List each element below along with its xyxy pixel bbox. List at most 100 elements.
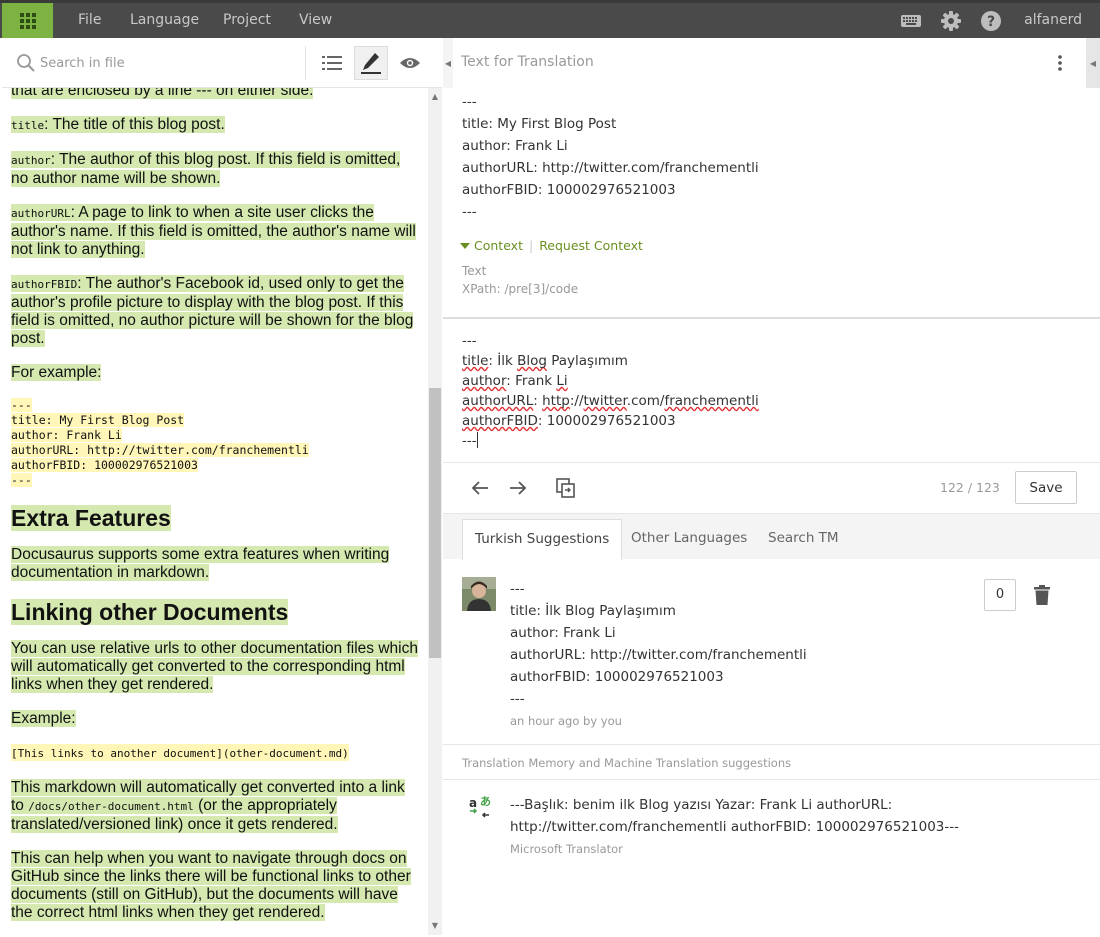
svg-text:a: a [469, 796, 477, 810]
top-bar: File Language Project View ? alfanerd [0, 0, 1100, 38]
tab-turkish-suggestions[interactable]: Turkish Suggestions [462, 519, 623, 560]
suggestion-meta: an hour ago by you [510, 714, 622, 728]
editor-divider [443, 317, 1100, 319]
doc-paragraph[interactable]: Docusaurus supports some extra features … [11, 546, 390, 581]
svg-text:?: ? [987, 14, 995, 30]
list-view-button[interactable] [318, 50, 346, 76]
tm-mt-header-text: Translation Memory and Machine Translati… [462, 756, 792, 770]
translation-editor[interactable]: --- title: İlk Blog Paylaşımım author: F… [462, 331, 759, 451]
save-button[interactable]: Save [1015, 471, 1077, 504]
doc-paragraph[interactable]: : The author of this blog post. If this … [11, 151, 400, 187]
tab-search-tm[interactable]: Search TM [756, 519, 851, 560]
copy-source-icon [556, 478, 575, 498]
context-type: Text [462, 264, 487, 278]
search-icon [17, 54, 35, 72]
trash-icon [1034, 585, 1050, 605]
context-separator: | [528, 238, 534, 253]
menu-view[interactable]: View [299, 3, 332, 38]
scroll-thumb[interactable] [429, 388, 441, 658]
more-options-button[interactable] [1050, 52, 1070, 74]
next-string-button[interactable] [505, 475, 531, 501]
doc-code-line[interactable]: [This links to another document](other-d… [11, 747, 349, 760]
source-line: --- [462, 94, 477, 110]
apps-grid-button[interactable] [2, 3, 53, 38]
doc-paragraph[interactable]: that are enclosed by a line --- on eithe… [11, 88, 314, 99]
eye-icon [400, 58, 420, 68]
document-scrollbar[interactable]: ▲ ▼ [428, 88, 442, 935]
doc-inline-code: authorFBID [11, 278, 78, 291]
doc-paragraph[interactable]: You can use relative urls to other docum… [11, 640, 418, 693]
suggestion-text: --- title: İlk Blog Paylaşımım author: F… [510, 581, 807, 707]
source-line: authorURL: http://twitter.com/franchemen… [462, 160, 759, 176]
translate-icon: a あ [469, 795, 491, 818]
doc-paragraph[interactable]: This can help when you want to navigate … [11, 850, 411, 921]
menu-language[interactable]: Language [130, 3, 199, 38]
previous-string-button[interactable] [467, 475, 493, 501]
toolbar-divider [305, 46, 306, 80]
string-counter: 122 / 123 [940, 480, 1000, 495]
source-string: --- title: My First Blog Post author: Fr… [462, 91, 759, 223]
menu-file[interactable]: File [78, 3, 101, 38]
doc-inline-code: /docs/other-document.html [28, 800, 194, 813]
scroll-up-arrow-icon[interactable]: ▲ [428, 92, 442, 102]
request-context-link[interactable]: Request Context [539, 238, 643, 253]
doc-heading-linking[interactable]: Linking other Documents [11, 599, 289, 625]
translation-pane: ◀ Text for Translation ◀ --- title: My F… [443, 38, 1100, 935]
apps-grid-icon [19, 12, 36, 29]
doc-heading-extra-features[interactable]: Extra Features [11, 505, 171, 531]
doc-paragraph[interactable]: For example: [11, 364, 102, 381]
source-line: --- [462, 204, 477, 220]
pencil-icon [361, 53, 381, 74]
context-links: Context | Request Context [460, 238, 643, 253]
keyboard-icon [901, 15, 921, 27]
translation-suggestion[interactable]: --- title: İlk Blog Paylaşımım author: F… [443, 559, 1100, 745]
doc-inline-code: authorURL [11, 207, 71, 220]
context-xpath: XPath: /pre[3]/code [462, 282, 579, 296]
copy-source-button[interactable] [553, 475, 579, 501]
collapse-left-arrow-icon[interactable]: ◀ [443, 38, 453, 88]
source-header: Text for Translation [461, 54, 594, 70]
svg-text:あ: あ [480, 795, 491, 808]
list-icon [322, 56, 342, 70]
mt-provider: Microsoft Translator [510, 842, 623, 856]
source-line: authorFBID: 100002976521003 [462, 182, 676, 198]
gear-icon [941, 11, 961, 31]
caret-down-icon [460, 242, 470, 249]
arrow-left-icon [471, 481, 488, 495]
preview-button[interactable] [396, 50, 424, 76]
tm-mt-header: Translation Memory and Machine Translati… [443, 746, 1100, 780]
arrow-right-icon [510, 481, 527, 495]
doc-code-block[interactable]: --- title: My First Blog Post author: Fr… [11, 398, 421, 488]
context-toggle-button[interactable]: Context [460, 238, 523, 253]
text-caret [476, 432, 478, 448]
menu-project[interactable]: Project [223, 3, 271, 38]
help-icon: ? [981, 11, 1001, 31]
avatar [462, 577, 496, 611]
editor-action-row: 122 / 123 Save [443, 462, 1100, 512]
user-menu[interactable]: alfanerd [1024, 3, 1082, 38]
doc-paragraph[interactable]: Example: [11, 710, 76, 727]
search-in-file-input[interactable] [40, 51, 300, 75]
collapse-right-arrow-icon[interactable]: ◀ [1086, 38, 1100, 88]
more-vertical-icon [1058, 55, 1062, 71]
delete-suggestion-button[interactable] [1031, 583, 1053, 607]
doc-paragraph[interactable]: : The title of this blog post. [44, 116, 225, 133]
source-line: author: Frank Li [462, 138, 568, 154]
doc-paragraph[interactable]: : A page to link to when a site user cli… [11, 204, 416, 258]
document-scroll-area[interactable]: that are enclosed by a line --- on eithe… [2, 88, 428, 935]
edit-view-button[interactable] [354, 46, 388, 80]
settings-button[interactable] [940, 10, 962, 32]
scroll-down-arrow-icon[interactable]: ▼ [428, 921, 442, 931]
source-document-pane: that are enclosed by a line --- on eithe… [2, 38, 442, 935]
source-line: title: My First Blog Post [462, 116, 617, 132]
help-button[interactable]: ? [980, 10, 1002, 32]
vote-count-box[interactable]: 0 [984, 579, 1016, 611]
user-avatar-icon [462, 577, 496, 611]
context-label: Context [474, 238, 523, 253]
document-content: that are enclosed by a line --- on eithe… [11, 88, 421, 935]
doc-inline-code: title [11, 119, 45, 132]
tab-other-languages[interactable]: Other Languages [619, 519, 759, 560]
machine-translation-suggestion[interactable]: a あ ---Başlık: benim ilk Blog yazısı Yaz… [443, 780, 1100, 870]
document-toolbar [2, 38, 442, 88]
keyboard-shortcuts-button[interactable] [900, 10, 922, 32]
